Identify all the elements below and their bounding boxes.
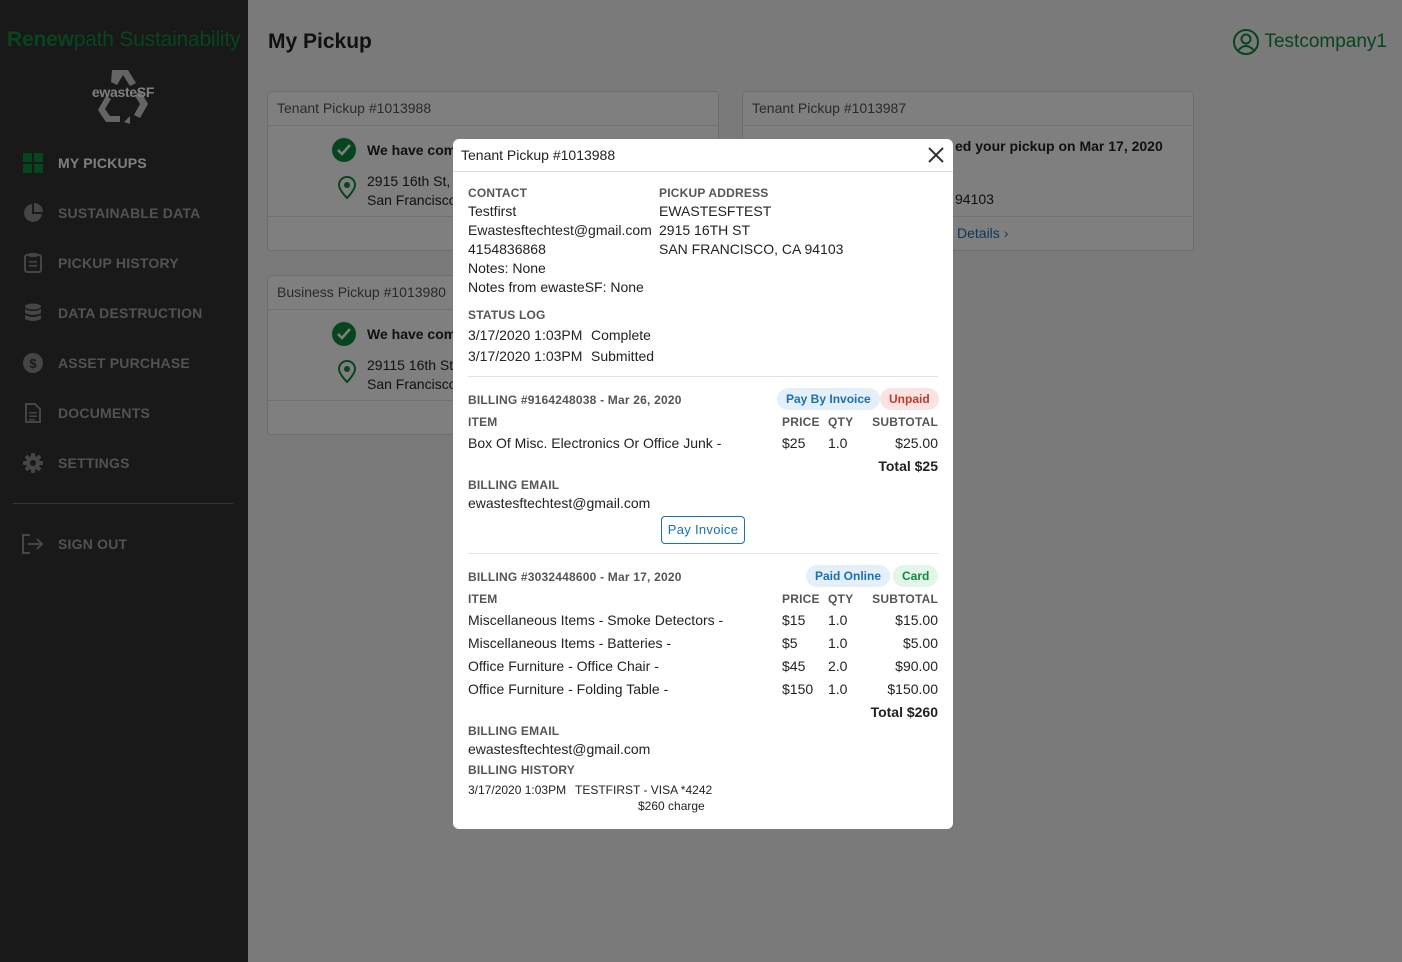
pickup-details-modal: Tenant Pickup #1013988 CONTACT Testfirst… [453,139,953,829]
billing-history-label: BILLING HISTORY [468,763,576,777]
section-divider [468,553,938,554]
status-log-time: 3/17/2020 1:03PM [468,327,583,343]
contact-label: CONTACT [468,186,528,200]
billing-history-desc: TESTFIRST - VISA *4242 [575,783,713,797]
line-item-qty: 2.0 [828,658,848,674]
address-name: EWASTESFTEST [659,203,772,219]
payment-method-badge: Paid Online [806,565,891,587]
col-qty: QTY [828,592,854,606]
close-icon [928,147,944,163]
col-price: PRICE [782,592,820,606]
billing-email-label: BILLING EMAIL [468,478,560,492]
billing-history-time: 3/17/2020 1:03PM [468,783,567,797]
line-item-subtotal: $15.00 [895,612,938,628]
line-item-price: $25 [782,435,806,451]
line-item-subtotal: $150.00 [887,681,938,697]
line-item-name: Miscellaneous Items - Smoke Detectors - [468,612,724,628]
close-button[interactable] [926,145,946,165]
col-subtotal: SUBTOTAL [872,592,938,606]
line-item-subtotal: $25.00 [895,435,938,451]
line-item-name: Miscellaneous Items - Batteries - [468,635,672,651]
line-item-subtotal: $5.00 [902,635,938,651]
line-item-qty: 1.0 [828,635,848,651]
col-price: PRICE [782,415,820,429]
billing-total: Total $25 [878,458,938,474]
line-item-qty: 1.0 [828,681,848,697]
address-street: 2915 16TH ST [659,222,751,238]
notes-ewaste: Notes from ewasteSF: None [468,279,644,295]
address-city: SAN FRANCISCO, CA 94103 [659,241,844,257]
billing-total: Total $260 [870,704,938,720]
billing-title: BILLING #9164248038 - Mar 26, 2020 [468,393,682,407]
col-qty: QTY [828,415,854,429]
status-log-time: 3/17/2020 1:03PM [468,348,583,364]
col-item: ITEM [468,592,498,606]
line-item-price: $150 [782,681,814,697]
section-divider [468,376,938,377]
line-item-qty: 1.0 [828,435,848,451]
line-item-qty: 1.0 [828,612,848,628]
notes: Notes: None [468,260,546,276]
col-item: ITEM [468,415,498,429]
billing-email: ewastesftechtest@gmail.com [468,495,651,511]
line-item-name: Box Of Misc. Electronics Or Office Junk … [468,435,722,451]
payment-status-badge: Unpaid [880,388,939,410]
payment-method-badge: Pay By Invoice [777,388,880,410]
line-item-price: $45 [782,658,806,674]
payment-type-badge: Card [893,565,939,587]
line-item-subtotal: $90.00 [895,658,938,674]
status-log-label: STATUS LOG [468,308,546,322]
line-item-price: $5 [782,635,798,651]
status-log-status: Complete [591,327,651,343]
billing-title: BILLING #3032448600 - Mar 17, 2020 [468,570,682,584]
line-item-name: Office Furniture - Office Chair - [468,658,659,674]
billing-history-amount: $260 charge [638,799,705,813]
col-subtotal: SUBTOTAL [872,415,938,429]
line-item-price: $15 [782,612,806,628]
contact-email: Ewastesftechtest@gmail.com [468,222,652,238]
contact-name: Testfirst [468,203,517,219]
contact-phone: 4154836868 [468,241,546,257]
status-log-status: Submitted [591,348,655,364]
pay-invoice-button[interactable]: Pay Invoice [661,516,745,544]
billing-email: ewastesftechtest@gmail.com [468,741,651,757]
billing-email-label: BILLING EMAIL [468,724,560,738]
pickup-address-label: PICKUP ADDRESS [659,186,769,200]
line-item-name: Office Furniture - Folding Table - [468,681,669,697]
modal-header: Tenant Pickup #1013988 [453,139,953,172]
modal-title: Tenant Pickup #1013988 [461,147,616,163]
